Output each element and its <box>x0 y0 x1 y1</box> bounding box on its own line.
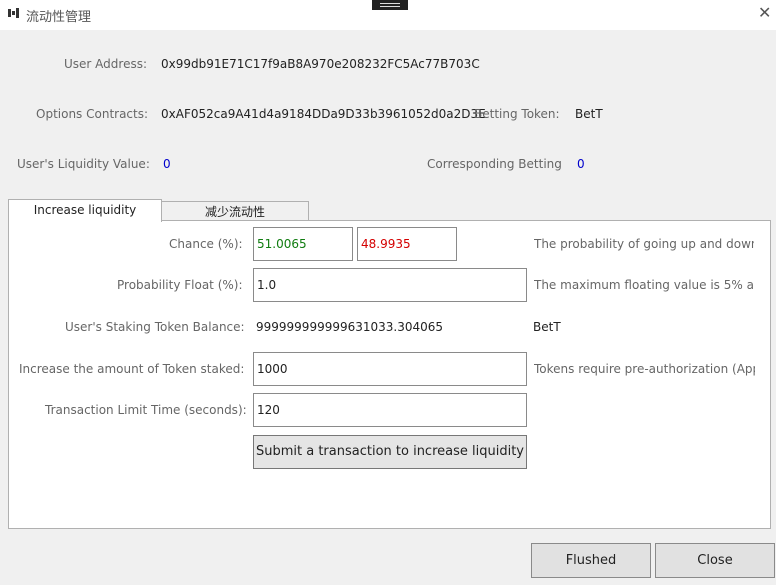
probability-float-hint: The maximum floating value is 5% and <box>534 278 755 292</box>
corresponding-betting-label: Corresponding Betting <box>427 157 562 171</box>
betting-token-label: Betting Token: <box>474 107 560 121</box>
app-icon <box>8 8 19 18</box>
liquidity-value-label: User's Liquidity Value: <box>17 157 150 171</box>
corresponding-betting-value: 0 <box>577 157 585 171</box>
time-limit-input[interactable]: 120 <box>253 393 527 427</box>
drag-handle-icon[interactable] <box>372 0 408 10</box>
chance-label: Chance (%): <box>169 237 243 251</box>
options-contracts-value: 0xAF052ca9A41d4a9184DDa9D33b3961052d0a2D… <box>161 107 486 121</box>
staking-balance-value: 999999999999631033.304065 <box>256 320 444 334</box>
stake-amount-label: Increase the amount of Token staked: <box>19 362 245 376</box>
user-address-label: User Address: <box>64 57 147 71</box>
window-title: 流动性管理 <box>26 10 92 25</box>
tab-increase-liquidity[interactable]: Increase liquidity <box>8 199 162 222</box>
close-button[interactable]: Close <box>655 543 775 578</box>
staking-balance-unit: BetT <box>533 320 561 334</box>
stake-amount-hint: Tokens require pre-authorization (App <box>534 362 755 376</box>
probability-float-label: Probability Float (%): <box>117 278 243 292</box>
user-address-value: 0x99db91E71C17f9aB8A970e208232FC5Ac77B70… <box>161 57 480 71</box>
tab-decrease-liquidity[interactable]: 减少流动性 <box>161 201 309 221</box>
options-contracts-label: Options Contracts: <box>36 107 149 121</box>
probability-float-input[interactable]: 1.0 <box>253 268 527 302</box>
time-limit-label: Transaction Limit Time (seconds): <box>45 403 247 417</box>
flushed-button[interactable]: Flushed <box>531 543 651 578</box>
chance-up-input[interactable]: 51.0065 <box>253 227 353 261</box>
submit-increase-liquidity-button[interactable]: Submit a transaction to increase liquidi… <box>253 435 527 469</box>
chance-down-input[interactable]: 48.9935 <box>357 227 457 261</box>
stake-amount-input[interactable]: 1000 <box>253 352 527 386</box>
close-icon[interactable]: ✕ <box>758 5 771 21</box>
chance-hint: The probability of going up and down <box>534 237 754 251</box>
title-bar: 流动性管理 ✕ <box>0 0 776 30</box>
staking-balance-label: User's Staking Token Balance: <box>65 320 245 334</box>
liquidity-value: 0 <box>163 157 171 171</box>
betting-token-value: BetT <box>575 107 603 121</box>
